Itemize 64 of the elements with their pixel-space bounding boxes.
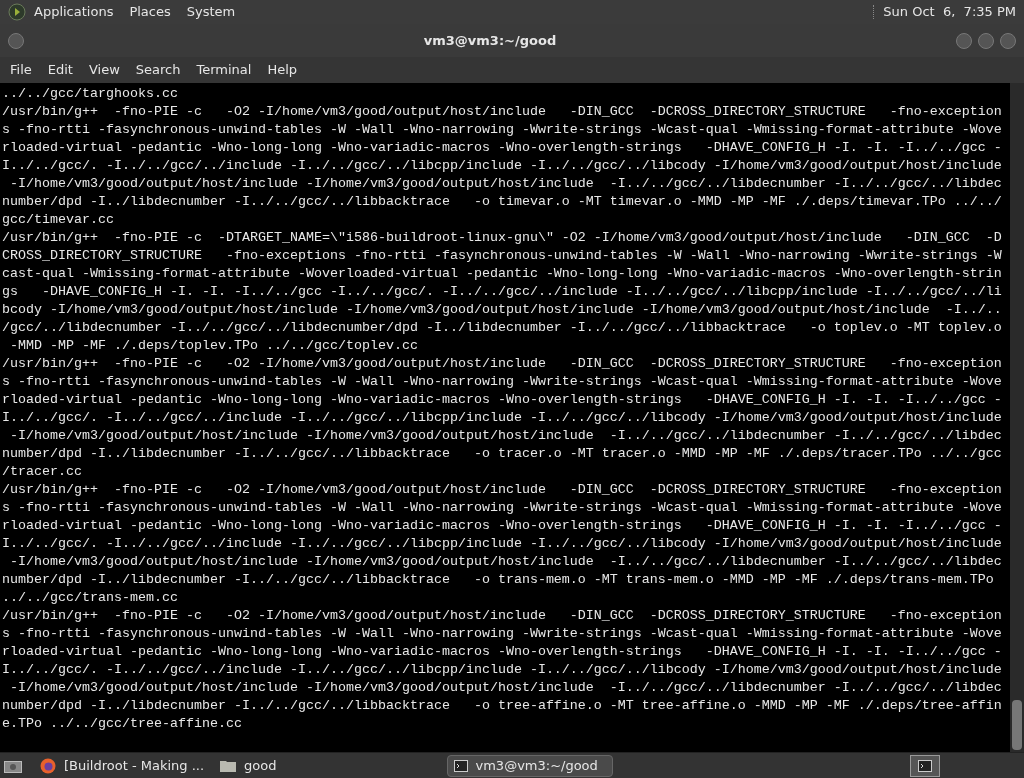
terminal-line: bcody -I/home/vm3/good/output/host/include -I/home/vm3/good/output/host/include -I/home/vm3/good/output/host/include -I../.. — [2, 301, 1002, 319]
menu-item[interactable]: View — [80, 58, 128, 82]
terminal-line: /usr/bin/g++ -fno-PIE -c -DTARGET_NAME=\"i586-buildroot-linux-gnu\" -O2 -I/home/vm3/good/output/host/include -DIN_GCC -D — [2, 229, 1002, 247]
taskbar-button[interactable]: vm3@vm3:~/good — [446, 754, 613, 777]
terminal-line: -I/home/vm3/good/output/host/include -I/home/vm3/good/output/host/include -I../../gcc/../libdecnumber -I../../gcc/../libdec — [9, 553, 1002, 571]
terminal-line: -I/home/vm3/good/output/host/include -I/home/vm3/good/output/host/include -I../../gcc/../libdecnumber -I../../gcc/../libdec — [9, 679, 1002, 697]
terminal-line: CROSS_DIRECTORY_STRUCTURE -fno-exceptions -fno-rtti -fasynchronous-unwind-tables -W -Wall -Wno-narrowing -Wwrite-strings -W — [2, 247, 1002, 265]
terminal-line: s -fno-rtti -fasynchronous-unwind-tables -W -Wall -Wno-narrowing -Wwrite-strings -Wcast-qual -Wmissing-format-attribute -Wove — [2, 121, 1002, 139]
minimize-button[interactable] — [956, 32, 972, 49]
terminal-line: I../../gcc/. -I../../gcc/../include -I../../gcc/../libcpp/include -I../../gcc/../libcody -I/home/vm3/good/output/host/include — [2, 661, 1002, 679]
terminal-line: number/dpd -I../libdecnumber -I../../gcc/../libbacktrace -o tree-affine.o -MT tree-affine.o -MMD -MP -MF ./.deps/tree-affin — [2, 697, 1002, 715]
menu-item[interactable]: Help — [259, 58, 306, 82]
terminal-line: /usr/bin/g++ -fno-PIE -c -O2 -I/home/vm3/good/output/host/include -DIN_GCC -DCROSS_DIRECTORY_STRUCTURE -fno-exception — [2, 355, 1002, 373]
terminal-line: rloaded-virtual -pedantic -Wno-long-long -Wno-variadic-macros -Wno-overlength-strings -DHAVE_CONFIG_H -I. -I. -I../../gcc - — [2, 139, 1002, 157]
show-desktop-icon[interactable] — [4, 758, 22, 773]
terminal-line: /usr/bin/g++ -fno-PIE -c -O2 -I/home/vm3/good/output/host/include -DIN_GCC -DCROSS_DIRECTORY_STRUCTURE -fno-exception — [2, 481, 1002, 499]
window-menu-button[interactable] — [8, 32, 24, 49]
terminal-line: /usr/bin/g++ -fno-PIE -c -O2 -I/home/vm3/good/output/host/include -DIN_GCC -DCROSS_DIRECTORY_STRUCTURE -fno-exception — [2, 607, 1002, 625]
terminal-line: -MMD -MP -MF ./.deps/toplev.TPo ../../gcc/toplev.cc — [9, 337, 418, 355]
terminal-line: gs -DHAVE_CONFIG_H -I. -I. -I../../gcc -I../../gcc/. -I../../gcc/../include -I../../gcc/../libcpp/include -I../../gcc/../li — [2, 283, 1002, 301]
logo-icon — [8, 3, 26, 21]
terminal-line: gcc/timevar.cc — [2, 211, 114, 229]
panel-menu[interactable]: Places — [129, 2, 171, 22]
taskbar-button[interactable]: good — [214, 754, 283, 777]
terminal-line: number/dpd -I../libdecnumber -I../../gcc/../libbacktrace -o trans-mem.o -MT trans-mem.o -MMD -MP -MF ./.deps/trans-mem.TPo — [2, 571, 994, 589]
terminal-line: e.TPo ../../gcc/tree-affine.cc — [2, 715, 242, 733]
scrollbar[interactable] — [1010, 83, 1024, 752]
panel-menu[interactable]: System — [186, 2, 236, 22]
terminal-line: I../../gcc/. -I../../gcc/../include -I../../gcc/../libcpp/include -I../../gcc/../libcody -I/home/vm3/good/output/host/include — [2, 157, 1002, 175]
taskbar-button[interactable]: [Buildroot - Making ... — [34, 754, 211, 777]
menu-item[interactable]: Edit — [39, 58, 81, 82]
terminal-line: number/dpd -I../libdecnumber -I../../gcc/../libbacktrace -o timevar.o -MT timevar.o -MMD -MP -MF ./.deps/timevar.TPo ../../ — [2, 193, 1002, 211]
terminal-line: s -fno-rtti -fasynchronous-unwind-tables -W -Wall -Wno-narrowing -Wwrite-strings -Wcast-qual -Wmissing-format-attribute -Wove — [2, 373, 1002, 391]
maximize-button[interactable] — [978, 32, 994, 49]
browser-icon — [40, 757, 56, 774]
terminal-line: rloaded-virtual -pedantic -Wno-long-long -Wno-variadic-macros -Wno-overlength-strings -DHAVE_CONFIG_H -I. -I. -I../../gcc - — [2, 391, 1002, 409]
terminal-icon — [918, 759, 932, 772]
terminal-line: rloaded-virtual -pedantic -Wno-long-long -Wno-variadic-macros -Wno-overlength-strings -DHAVE_CONFIG_H -I. -I. -I../../gcc - — [2, 517, 1002, 535]
window-title: vm3@vm3:~/good — [422, 31, 558, 50]
terminal-line: rloaded-virtual -pedantic -Wno-long-long -Wno-variadic-macros -Wno-overlength-strings -DHAVE_CONFIG_H -I. -I. -I../../gcc - — [2, 643, 1002, 661]
panel-separator-icon — [873, 5, 876, 19]
terminal-line: /usr/bin/g++ -fno-PIE -c -O2 -I/home/vm3/good/output/host/include -DIN_GCC -DCROSS_DIRECTORY_STRUCTURE -fno-exception — [2, 103, 1002, 121]
terminal-line: ../../gcc/targhooks.cc — [2, 85, 178, 103]
workspace-switcher[interactable] — [910, 754, 940, 777]
terminal-line: -I/home/vm3/good/output/host/include -I/home/vm3/good/output/host/include -I../../gcc/../libdecnumber -I../../gcc/../libdec — [9, 175, 1002, 193]
clock: Sun Oct 6, 7:35 PM — [883, 3, 1016, 22]
terminal-line: ../../gcc/trans-mem.cc — [2, 589, 178, 607]
terminal-line: number/dpd -I../libdecnumber -I../../gcc/../libbacktrace -o tracer.o -MT tracer.o -MMD -MP -MF ./.deps/tracer.TPo ../../gcc — [2, 445, 1002, 463]
terminal-icon — [453, 759, 468, 772]
close-button[interactable] — [1000, 32, 1016, 49]
folder-icon — [220, 759, 237, 772]
terminal-line: /gcc/../libdecnumber -I../../gcc/../libdecnumber/dpd -I../libdecnumber -I../../gcc/../libbacktrace -o toplev.o -MT toplev.o — [2, 319, 1002, 337]
menu-item[interactable]: File — [2, 58, 40, 82]
panel-menu[interactable]: Applications — [34, 2, 114, 22]
menu-item[interactable]: Search — [127, 58, 189, 82]
terminal-line: cast-qual -Wmissing-format-attribute -Woverloaded-virtual -pedantic -Wno-long-long -Wno-variadic-macros -Wno-overlength-strin — [2, 265, 1002, 283]
terminal-line: /tracer.cc — [2, 463, 82, 481]
scrollbar-thumb[interactable] — [1012, 700, 1022, 750]
terminal-line: s -fno-rtti -fasynchronous-unwind-tables -W -Wall -Wno-narrowing -Wwrite-strings -Wcast-qual -Wmissing-format-attribute -Wove — [2, 625, 1002, 643]
menu-item[interactable]: Terminal — [188, 58, 260, 82]
terminal-line: I../../gcc/. -I../../gcc/../include -I../../gcc/../libcpp/include -I../../gcc/../libcody -I/home/vm3/good/output/host/include — [2, 409, 1002, 427]
terminal-line: I../../gcc/. -I../../gcc/../include -I../../gcc/../libcpp/include -I../../gcc/../libcody -I/home/vm3/good/output/host/include — [2, 535, 1002, 553]
terminal-line: -I/home/vm3/good/output/host/include -I/home/vm3/good/output/host/include -I../../gcc/../libdecnumber -I../../gcc/../libdec — [9, 427, 1002, 445]
terminal-line: s -fno-rtti -fasynchronous-unwind-tables -W -Wall -Wno-narrowing -Wwrite-strings -Wcast-qual -Wmissing-format-attribute -Wove — [2, 499, 1002, 517]
